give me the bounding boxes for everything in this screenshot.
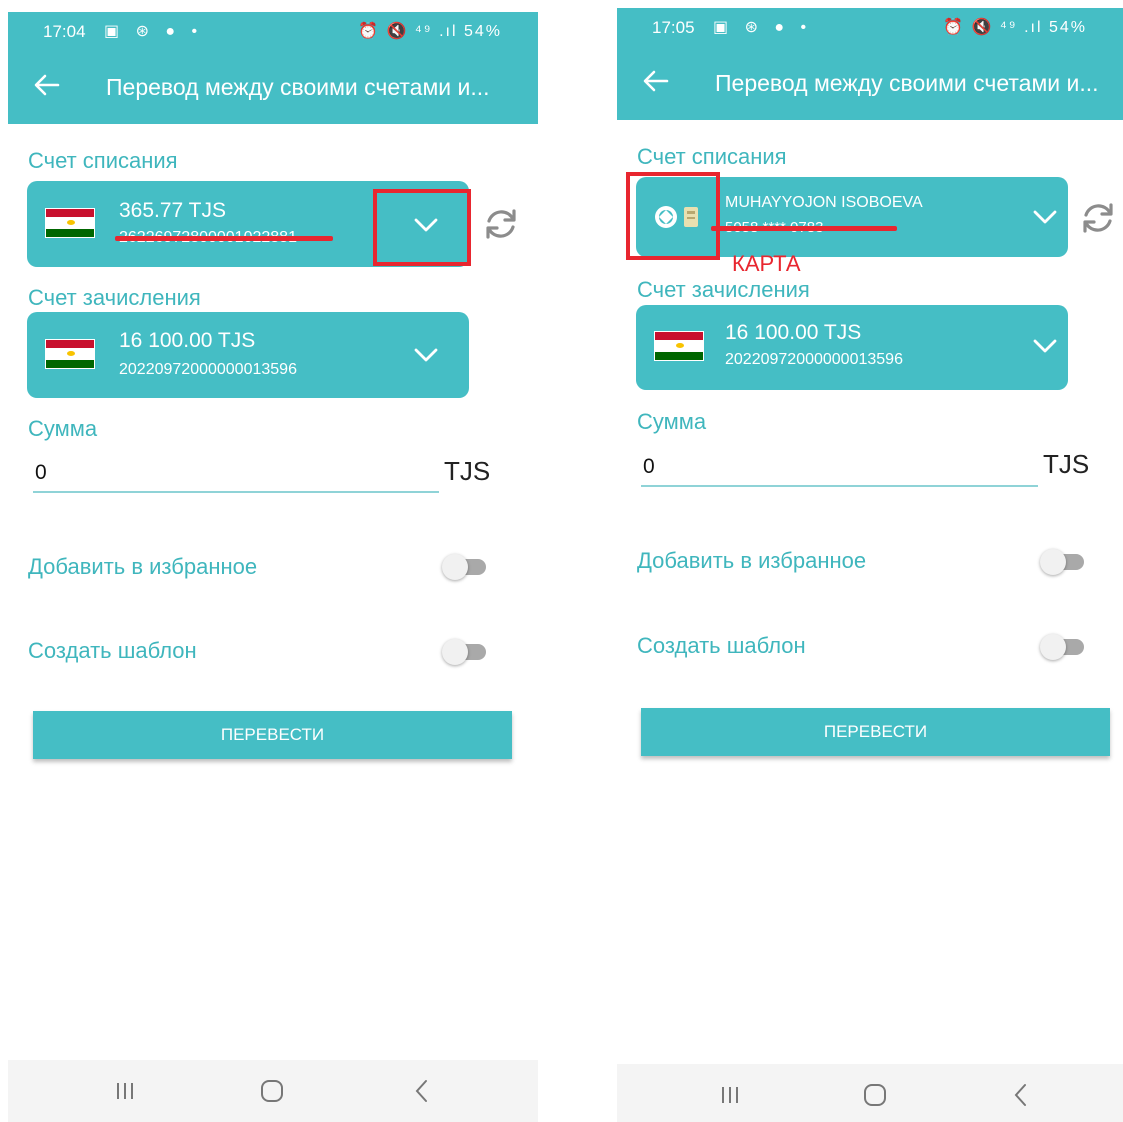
page-title: Перевод между своими счетами и...	[106, 74, 490, 100]
sum-currency: TJS	[444, 456, 491, 486]
status-right-icons: ⏰ 🔇 ⁴⁹ .ıl 54%	[358, 23, 502, 40]
flag-tajikistan-icon	[45, 208, 95, 238]
home-icon[interactable]	[252, 1074, 292, 1108]
credit-account-label: Счет зачисления	[637, 277, 810, 302]
favorite-label: Добавить в избранное	[28, 554, 258, 579]
favorite-toggle[interactable]	[1040, 549, 1088, 575]
status-time: 17:05	[652, 18, 695, 37]
sum-currency: TJS	[1043, 449, 1090, 479]
card-holder-name: MUHAYYOJON ISOBOEVA	[725, 194, 923, 211]
template-toggle[interactable]	[442, 639, 490, 665]
highlight-box	[373, 189, 471, 266]
status-bar: 17:05 ▣ ⊛ ● • ⏰ 🔇 ⁴⁹ .ıl 54%	[617, 8, 1123, 46]
credit-account-selector[interactable]: 16 100.00 TJS 20220972000000013596	[636, 305, 1068, 390]
credit-account-label: Счет зачисления	[28, 285, 201, 310]
system-nav-bar	[617, 1064, 1123, 1122]
sum-input[interactable]: 0	[641, 454, 1038, 487]
credit-account-selector[interactable]: 16 100.00 TJS 20220972000000013596	[27, 312, 469, 398]
sum-input-value: 0	[35, 461, 47, 484]
flag-tajikistan-icon	[654, 331, 704, 361]
debit-account-label: Счет списания	[637, 144, 787, 169]
debit-account-label: Счет списания	[28, 148, 178, 173]
chevron-down-icon[interactable]	[413, 347, 439, 363]
sum-label: Сумма	[28, 416, 98, 441]
back-arrow-icon[interactable]	[641, 66, 671, 96]
home-icon[interactable]	[855, 1078, 895, 1112]
status-right-icons: ⏰ 🔇 ⁴⁹ .ıl 54%	[943, 19, 1087, 36]
sum-input-value: 0	[643, 455, 655, 478]
app-bar: Перевод между своими счетами и...	[8, 50, 538, 124]
refresh-icon[interactable]	[1079, 199, 1117, 237]
transfer-button[interactable]: ПЕРЕВЕСТИ	[33, 711, 512, 759]
notification-icons: ▣ ⊛ ● •	[713, 19, 813, 36]
status-time: 17:04	[43, 22, 86, 41]
favorite-toggle[interactable]	[442, 554, 490, 580]
transfer-button[interactable]: ПЕРЕВЕСТИ	[641, 708, 1110, 756]
highlight-box	[626, 172, 720, 260]
favorite-label: Добавить в избранное	[637, 548, 867, 573]
sum-input[interactable]: 0	[33, 460, 439, 493]
back-icon[interactable]	[1001, 1078, 1041, 1112]
phone-screen-left: 17:04 ▣ ⊛ ● • ⏰ 🔇 ⁴⁹ .ıl 54% Перевод меж…	[8, 12, 538, 1122]
debit-amount: 365.77 TJS	[119, 199, 227, 222]
back-icon[interactable]	[402, 1074, 442, 1108]
redaction-line	[711, 226, 897, 231]
credit-account-number: 20220972000000013596	[725, 351, 903, 368]
menu-icon[interactable]	[105, 1074, 145, 1108]
template-toggle[interactable]	[1040, 634, 1088, 660]
chevron-down-icon[interactable]	[1032, 338, 1058, 354]
system-nav-bar	[8, 1060, 538, 1122]
sum-label: Сумма	[637, 409, 707, 434]
credit-amount: 16 100.00 TJS	[725, 321, 862, 344]
phone-screen-right: 17:05 ▣ ⊛ ● • ⏰ 🔇 ⁴⁹ .ıl 54% Перевод меж…	[617, 8, 1123, 1122]
app-bar: Перевод между своими счетами и...	[617, 46, 1123, 120]
credit-account-number: 20220972000000013596	[119, 361, 297, 378]
back-arrow-icon[interactable]	[32, 70, 62, 100]
notification-icons: ▣ ⊛ ● •	[104, 23, 204, 40]
template-label: Создать шаблон	[28, 638, 197, 663]
refresh-icon[interactable]	[482, 205, 520, 243]
page-title: Перевод между своими счетами и...	[715, 70, 1099, 96]
credit-amount: 16 100.00 TJS	[119, 329, 256, 352]
menu-icon[interactable]	[710, 1078, 750, 1112]
flag-tajikistan-icon	[45, 339, 95, 369]
status-bar: 17:04 ▣ ⊛ ● • ⏰ 🔇 ⁴⁹ .ıl 54%	[8, 12, 538, 50]
chevron-down-icon[interactable]	[1032, 209, 1058, 225]
redaction-line	[115, 236, 333, 241]
annotation-label: КАРТА	[732, 251, 801, 276]
template-label: Создать шаблон	[637, 633, 806, 658]
